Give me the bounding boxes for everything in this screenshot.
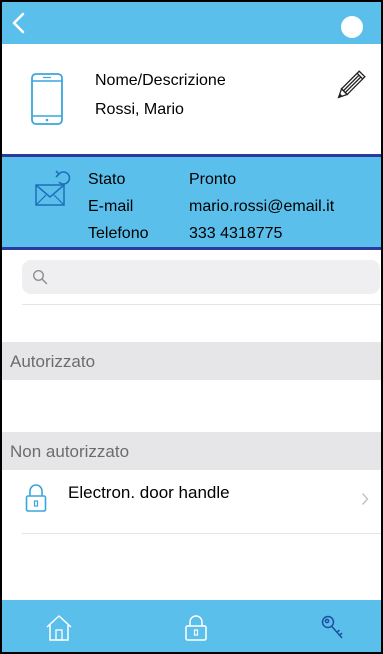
name-value: Rossi, Mario (95, 101, 184, 118)
info-value-email[interactable]: mario.rossi@email.it (189, 198, 334, 216)
chevron-right-icon (361, 492, 369, 506)
bottom-tab-bar (2, 600, 381, 652)
info-value-stato: Pronto (189, 171, 237, 188)
section-title-authorized: Autorizzato (10, 352, 96, 371)
mail-sync-icon (35, 170, 71, 206)
section-header-authorized: Autorizzato (2, 342, 381, 380)
search-bar[interactable] (22, 260, 380, 294)
padlock-icon (185, 615, 207, 641)
back-chevron-icon[interactable] (8, 10, 30, 36)
search-icon (32, 269, 48, 285)
list-item-door-handle[interactable]: Electron. door handle (2, 478, 381, 534)
info-value-telefono[interactable]: 333 4318775 (189, 225, 282, 243)
contact-info-band: Stato Pronto E-mail mario.rossi@email.it… (2, 154, 381, 250)
tab-home[interactable] (18, 600, 98, 652)
smartphone-icon (31, 73, 63, 125)
tab-locks[interactable] (155, 600, 235, 652)
tab-keys[interactable] (292, 600, 372, 652)
name-label: Nome/Descrizione (95, 72, 226, 89)
home-icon (46, 615, 72, 641)
info-key-email: E-mail (88, 198, 134, 215)
divider (22, 533, 381, 534)
app-screen: Nome/Descrizione Rossi, Mario Stato Pron… (2, 2, 381, 652)
section-title-not-authorized: Non autorizzato (10, 442, 130, 461)
info-key-stato: Stato (88, 171, 126, 188)
pencil-icon[interactable] (332, 68, 368, 104)
status-dot-icon (341, 16, 363, 38)
info-key-telefono: Telefono (88, 225, 149, 242)
top-bar (2, 2, 381, 44)
list-item-label: Electron. door handle (68, 483, 230, 502)
device-header: Nome/Descrizione Rossi, Mario (2, 44, 381, 154)
divider (22, 304, 381, 305)
key-icon (321, 615, 343, 639)
search-input[interactable] (54, 260, 372, 294)
section-header-not-authorized: Non autorizzato (2, 432, 381, 470)
padlock-icon (25, 484, 47, 512)
